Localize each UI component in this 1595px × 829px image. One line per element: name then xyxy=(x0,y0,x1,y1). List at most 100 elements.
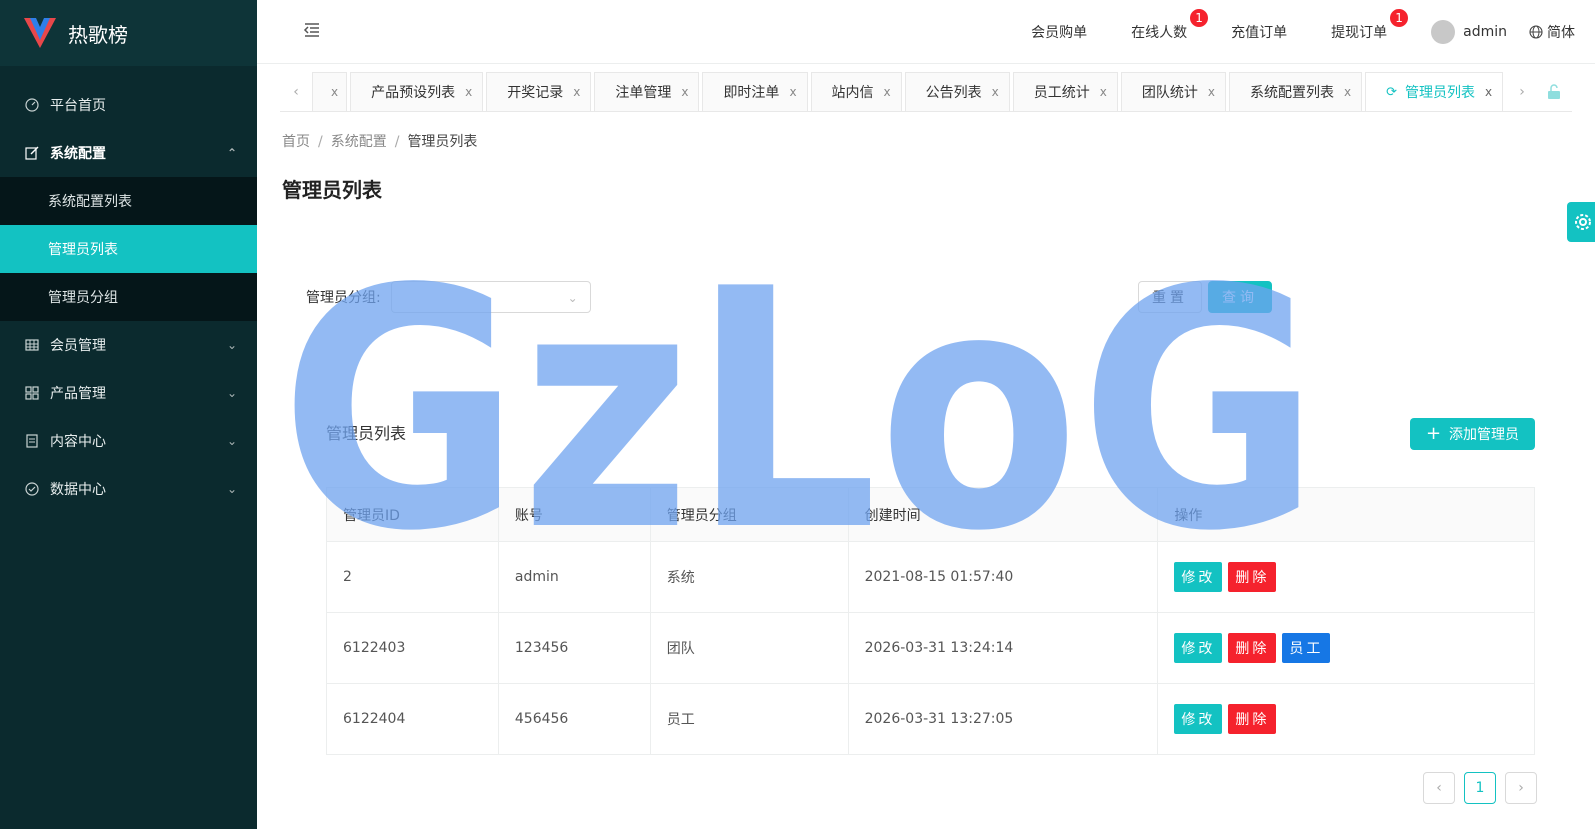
dashboard-icon xyxy=(24,97,40,113)
breadcrumb-separator: / xyxy=(394,134,400,150)
user-menu[interactable]: admin xyxy=(1431,20,1507,44)
tab-system-config-list[interactable]: 系统配置列表 x xyxy=(1228,72,1363,111)
edit-button[interactable]: 修改 xyxy=(1174,562,1223,592)
header-link-label: 会员购单 xyxy=(1031,25,1088,41)
sidebar-item-label: 内容中心 xyxy=(50,434,106,450)
cell-actions: 修改 删除 xyxy=(1157,683,1535,755)
language-switch[interactable]: 简体 xyxy=(1529,22,1575,42)
header-link-online-users[interactable]: 在线人数 1 xyxy=(1131,8,1210,42)
sidebar-item-system-config-list[interactable]: 系统配置列表 xyxy=(0,177,257,225)
close-icon[interactable]: x xyxy=(573,85,580,99)
chevron-down-icon: ⌄ xyxy=(226,338,237,352)
sidebar-item-label: 系统配置 xyxy=(50,146,106,162)
breadcrumb-separator: / xyxy=(318,134,323,150)
tab-announcements[interactable]: 公告列表 x xyxy=(904,72,1010,111)
refresh-icon[interactable]: ⟳ xyxy=(1386,85,1397,100)
column-header: 管理员分组 xyxy=(649,487,849,542)
delete-button[interactable]: 删除 xyxy=(1228,562,1277,592)
sidebar-item-system-config[interactable]: 系统配置 ⌃ xyxy=(0,129,257,177)
breadcrumb-home[interactable]: 首页 xyxy=(282,134,310,150)
sidebar-item-products[interactable]: 产品管理 ⌄ xyxy=(0,369,257,417)
cell-id: 6122404 xyxy=(326,683,499,755)
logo-v-icon xyxy=(24,18,56,48)
gear-icon xyxy=(1575,214,1591,230)
tab-admin-list[interactable]: ⟳ 管理员列表 x xyxy=(1365,72,1504,111)
breadcrumb-current: 管理员列表 xyxy=(407,134,478,150)
submenu-system-config: 系统配置列表 管理员列表 管理员分组 xyxy=(0,177,257,321)
close-icon[interactable]: x xyxy=(1485,85,1492,99)
close-icon[interactable]: x xyxy=(884,85,891,99)
prev-page-icon[interactable]: ‹ xyxy=(1423,772,1455,804)
close-icon[interactable]: x xyxy=(1208,85,1215,99)
tab-label: 系统配置列表 xyxy=(1249,85,1334,101)
delete-button[interactable]: 删除 xyxy=(1228,633,1277,663)
cell-id: 2 xyxy=(326,541,499,613)
tab-bar: ‹ x 产品预设列表 x 开奖记录 x 注单管理 x 即时注单 x 站内信 x 公告列表 x… xyxy=(280,72,1572,112)
tab-messages[interactable]: 站内信 x xyxy=(810,72,902,111)
column-header: 管理员ID xyxy=(326,487,499,542)
check-circle-icon xyxy=(24,481,40,497)
cell-account: admin xyxy=(497,541,651,613)
menu-fold-icon[interactable] xyxy=(303,21,321,39)
sidebar-item-content[interactable]: 内容中心 ⌄ xyxy=(0,417,257,465)
admin-group-select[interactable]: ⌄ xyxy=(390,281,591,313)
sidebar-item-label: 产品管理 xyxy=(50,386,106,402)
table-row: 6122404 456456 员工 2026-03-31 13:27:05 修改… xyxy=(326,683,1535,755)
header-link-withdraw-orders[interactable]: 提现订单 1 xyxy=(1331,8,1410,42)
cell-group: 团队 xyxy=(649,612,849,684)
delete-button[interactable]: 删除 xyxy=(1228,704,1277,734)
tab-product-presets[interactable]: 产品预设列表 x xyxy=(350,72,484,111)
close-icon[interactable]: x xyxy=(681,85,688,99)
cell-id: 6122403 xyxy=(326,612,499,684)
unlock-icon[interactable] xyxy=(1538,72,1570,111)
page-number[interactable]: 1 xyxy=(1464,772,1496,804)
tab-live-bets[interactable]: 即时注单 x xyxy=(702,72,808,111)
tab-label: 团队统计 xyxy=(1141,85,1198,101)
sidebar-item-home[interactable]: 平台首页 xyxy=(0,81,257,129)
header-link-member-orders[interactable]: 会员购单 xyxy=(1031,22,1087,42)
tab-scroll-right-icon[interactable]: › xyxy=(1506,72,1538,111)
reset-button[interactable]: 重置 xyxy=(1138,281,1202,313)
sidebar-item-members[interactable]: 会员管理 ⌄ xyxy=(0,321,257,369)
cell-created: 2026-03-31 13:27:05 xyxy=(847,683,1159,755)
header-link-recharge-orders[interactable]: 充值订单 xyxy=(1231,22,1287,42)
column-header: 创建时间 xyxy=(847,487,1159,542)
close-icon[interactable]: x xyxy=(465,85,472,99)
settings-fab[interactable] xyxy=(1567,202,1595,242)
sidebar-item-admin-list[interactable]: 管理员列表 xyxy=(0,225,257,273)
table-row: 6122403 123456 团队 2026-03-31 13:24:14 修改… xyxy=(326,612,1535,684)
cell-created: 2021-08-15 01:57:40 xyxy=(847,541,1159,613)
tab-scroll-left-icon[interactable]: ‹ xyxy=(280,72,312,111)
edit-button[interactable]: 修改 xyxy=(1174,633,1223,663)
logo[interactable]: 热歌榜 xyxy=(0,0,257,66)
next-page-icon[interactable]: › xyxy=(1505,772,1537,804)
close-icon[interactable]: x xyxy=(992,85,999,99)
breadcrumb-system-config[interactable]: 系统配置 xyxy=(331,134,387,150)
tab-bet-management[interactable]: 注单管理 x xyxy=(594,72,700,111)
sidebar-item-admin-group[interactable]: 管理员分组 xyxy=(0,273,257,321)
language-label: 简体 xyxy=(1547,25,1575,41)
tab-team-stats[interactable]: 团队统计 x xyxy=(1120,72,1226,111)
close-icon[interactable]: x xyxy=(1344,85,1351,99)
tab-label: 员工统计 xyxy=(1033,85,1090,101)
header-actions: 会员购单 在线人数 1 充值订单 提现订单 1 admin 简体 xyxy=(1031,0,1575,64)
close-icon[interactable]: x xyxy=(789,85,796,99)
cell-created: 2026-03-31 13:24:14 xyxy=(847,612,1159,684)
chevron-down-icon: ⌄ xyxy=(567,291,578,305)
app-title: 热歌榜 xyxy=(68,22,128,47)
sidebar-item-data[interactable]: 数据中心 ⌄ xyxy=(0,465,257,513)
tab-partial[interactable]: x xyxy=(312,72,348,111)
header-link-label: 在线人数 xyxy=(1131,25,1188,41)
admin-group-label: 管理员分组: xyxy=(306,290,381,306)
table-title: 管理员列表 xyxy=(326,424,407,443)
tab-label: 管理员列表 xyxy=(1405,85,1475,101)
close-icon[interactable]: x xyxy=(331,85,338,99)
tab-lottery-records[interactable]: 开奖记录 x xyxy=(486,72,592,111)
staff-button[interactable]: 员工 xyxy=(1282,633,1331,663)
sidebar-menu: 平台首页 系统配置 ⌃ 系统配置列表 管理员列表 管理员分组 会员管理 ⌄ 产品… xyxy=(0,66,257,513)
tab-staff-stats[interactable]: 员工统计 x xyxy=(1012,72,1118,111)
search-button[interactable]: 查询 xyxy=(1208,281,1272,313)
edit-button[interactable]: 修改 xyxy=(1174,704,1223,734)
close-icon[interactable]: x xyxy=(1100,85,1107,99)
add-admin-button[interactable]: + 添加管理员 xyxy=(1410,418,1535,450)
